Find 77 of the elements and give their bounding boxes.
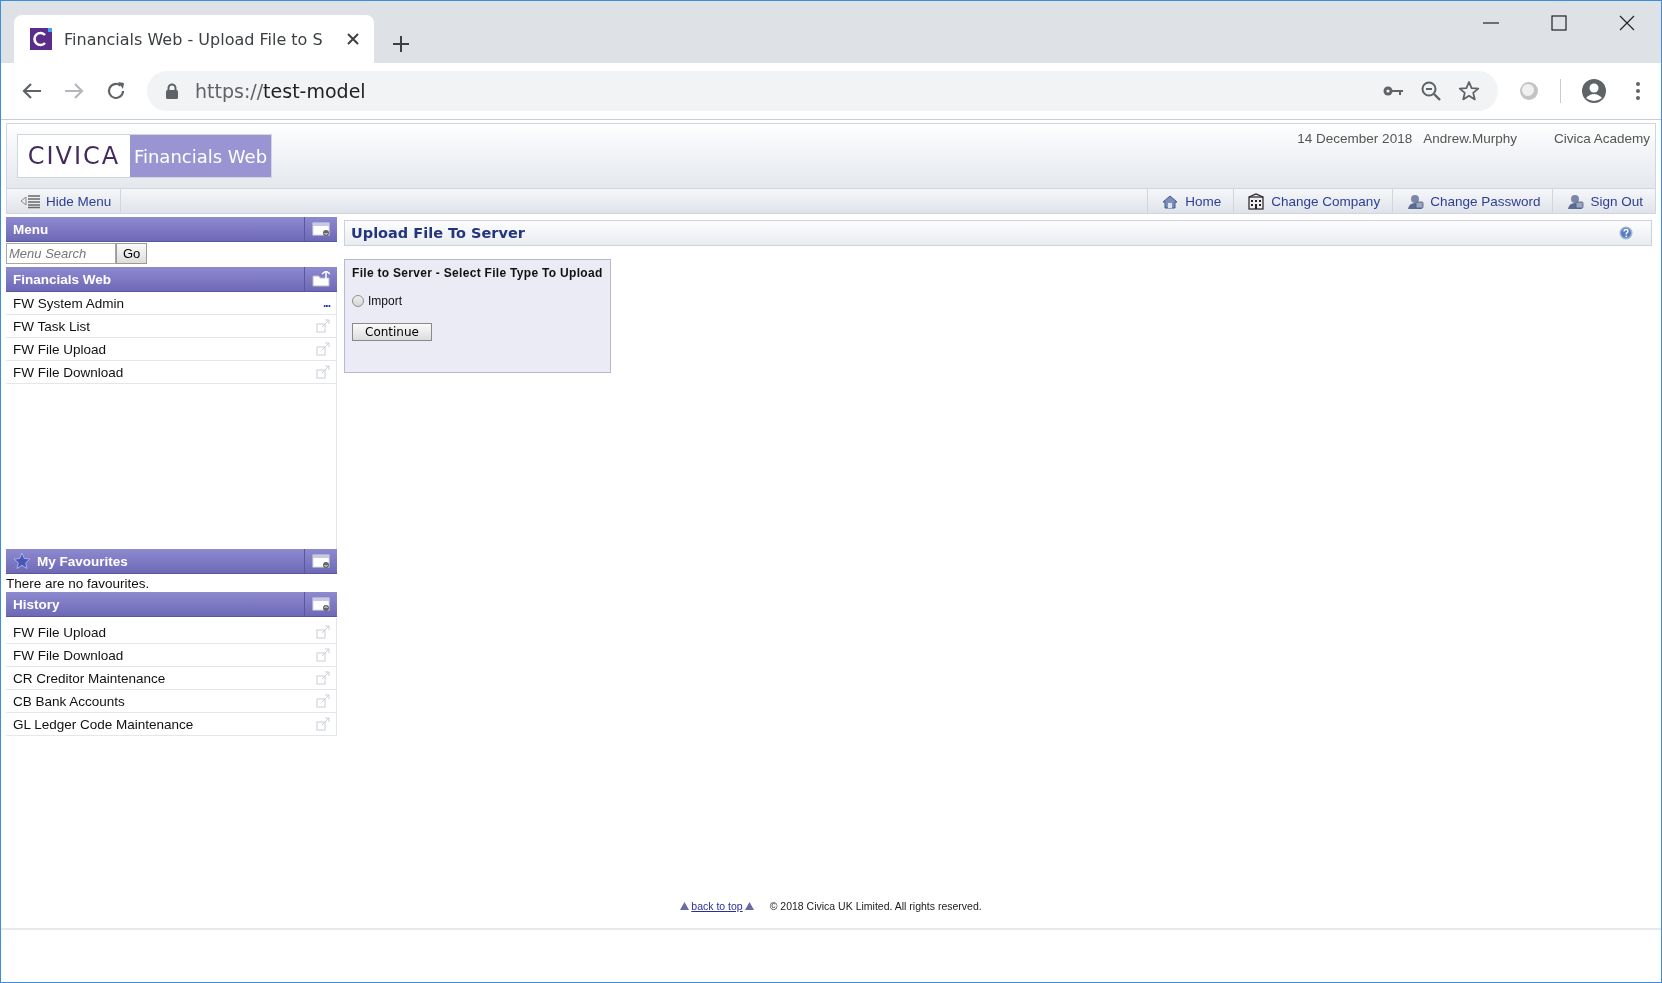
back-to-top-link[interactable]: back to top [691,900,743,912]
empty-favourites-text: There are no favourites. [6,574,151,592]
menu-item[interactable]: FW Task List [6,315,336,338]
menu-item-label: FW File Upload [13,624,107,640]
submenu-indicator[interactable]: ... [323,296,330,310]
product-name: Financials Web [130,135,271,177]
panel-title: File to Server - Select File Type To Upload [352,266,603,280]
help-icon[interactable] [1619,226,1633,240]
close-icon [346,32,360,46]
open-window-icon [316,625,330,639]
user-icon [1406,192,1425,210]
open-window-icon [316,319,330,333]
copyright-text: © 2018 Civica UK Limited. All rights reserved. [769,900,982,912]
open-window-icon [316,717,330,731]
open-window-icon [316,365,330,379]
menu-item[interactable]: FW File Upload [6,338,336,361]
menu-item[interactable]: FW System Admin ... [6,292,336,315]
menu-item[interactable]: FW File Download [6,361,336,384]
menu-item[interactable]: FW File Download [6,644,336,667]
menu-item-label: FW File Download [13,647,124,663]
star-icon[interactable] [1458,80,1480,102]
go-button[interactable]: Go [116,243,148,264]
plus-icon[interactable] [392,35,410,53]
menu-item-label: CR Creditor Maintenance [13,670,166,686]
page-title: Upload File To Server [351,225,525,241]
radio-label: Import [368,294,402,308]
date-text: 14 December 2018 [1297,131,1413,148]
hide-menu-button[interactable]: Hide Menu [7,189,122,213]
menu-item[interactable]: FW File Upload [6,621,336,644]
organisation-name: Civica Academy [1553,131,1650,148]
nav-link[interactable]: Home [1147,189,1234,213]
favicon-icon [30,28,52,50]
zoom-out-icon[interactable] [1420,80,1442,102]
lock-icon [165,83,179,99]
url-text: https://test-model [195,80,367,102]
radio-button[interactable] [352,295,364,307]
browser-tab[interactable]: Financials Web - Upload File to S [14,15,374,63]
nav-link[interactable]: Sign Out [1552,189,1655,213]
user-name: Andrew.Murphy [1423,131,1517,148]
menu-item-label: GL Ledger Code Maintenance [13,716,194,732]
menu-item-label: CB Bank Accounts [13,693,125,709]
menu-item[interactable]: GL Ledger Code Maintenance [6,713,336,736]
user-icon [1566,192,1585,210]
up-triangle-icon [680,902,690,910]
open-window-icon [316,342,330,356]
up-triangle-icon [744,902,754,910]
star-icon [13,552,31,570]
open-window-icon [316,694,330,708]
collapse-icon [312,222,330,236]
menu-item[interactable]: CR Creditor Maintenance [6,667,336,690]
close-icon[interactable] [1619,15,1635,31]
tab-title: Financials Web - Upload File to S [64,29,324,49]
expand-icon [312,597,330,611]
open-window-icon [316,648,330,662]
folder-up-icon [312,271,330,287]
menu-item-label: FW File Download [13,364,124,380]
menu-item-label: FW System Admin [13,295,125,311]
profile-icon[interactable] [1581,78,1607,104]
reload-icon[interactable] [105,80,127,102]
building-icon [1247,192,1266,210]
continue-button[interactable]: Continue [352,323,432,341]
menu-item-label: FW File Upload [13,341,107,357]
logo: CIVICA [18,135,130,177]
nav-link[interactable]: Change Password [1392,189,1553,213]
menu-collapse-icon [20,193,40,209]
panel-title: Financials Web [13,271,112,287]
open-window-icon [316,671,330,685]
address-bar[interactable]: https://test-model [147,71,1498,111]
menu-item-label: FW Task List [13,318,90,334]
collapse-icon [312,554,330,568]
panel-title: History [13,596,60,612]
panel-title: My Favourites [37,553,128,569]
nav-link[interactable]: Change Company [1233,189,1393,213]
menu-item[interactable]: CB Bank Accounts [6,690,336,713]
panel-title: Menu [13,221,49,237]
menu-search-field[interactable]: Menu Search [6,243,116,264]
maximize-icon[interactable] [1551,15,1567,31]
